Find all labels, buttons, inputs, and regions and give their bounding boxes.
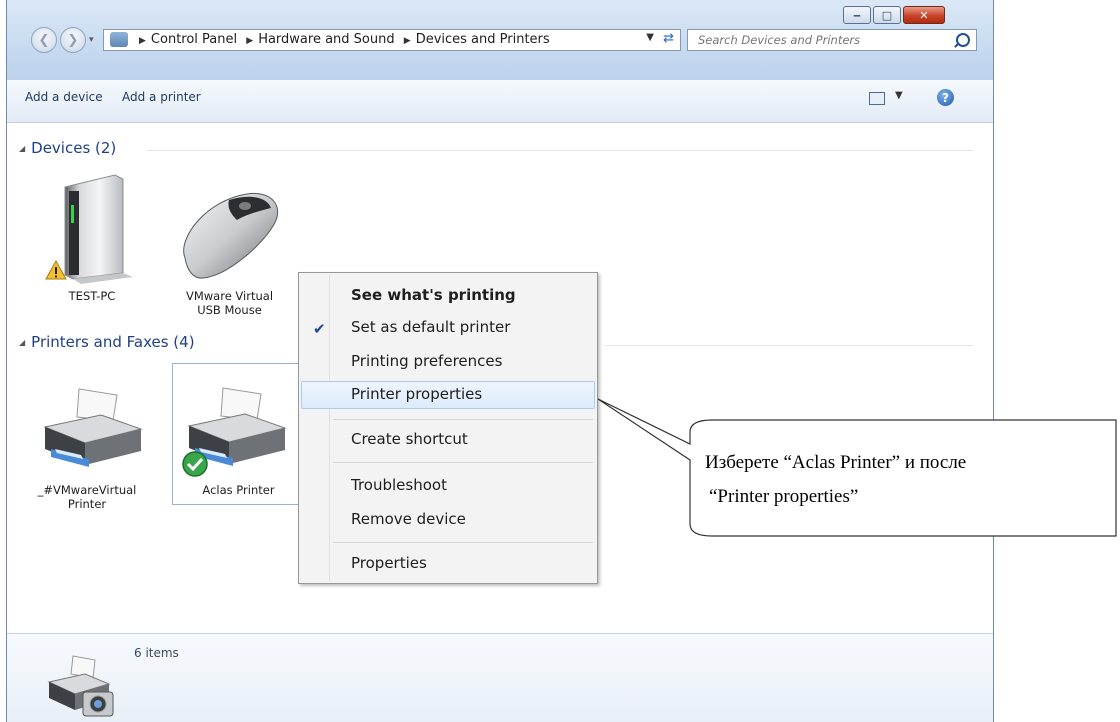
devices-group-header[interactable]: ◢ Devices (2): [19, 139, 116, 157]
minimize-icon: ‒: [853, 8, 861, 22]
breadcrumb: ▶ Control Panel ▶ Hardware and Sound ▶ Devi…: [134, 32, 550, 47]
add-printer-button[interactable]: Add a printer: [122, 90, 201, 104]
forward-button[interactable]: ❯: [60, 27, 86, 53]
collapse-arrow-icon[interactable]: ◢: [19, 144, 25, 153]
printers-group-label: Printers and Faxes (4): [31, 333, 195, 351]
breadcrumb-separator-icon: ▶: [246, 36, 254, 46]
back-button[interactable]: ❮: [31, 27, 57, 53]
help-icon[interactable]: ?: [937, 89, 954, 106]
warning-icon: [45, 260, 67, 280]
breadcrumb-separator-icon: ▶: [139, 36, 146, 46]
breadcrumb-devices-and-printers[interactable]: Devices and Printers: [416, 32, 550, 47]
maximize-icon: □: [881, 8, 893, 22]
breadcrumb-separator-icon: ▶: [403, 36, 411, 46]
address-bar[interactable]: ▶ Control Panel ▶ Hardware and Sound ▶ Devi…: [103, 29, 681, 51]
back-arrow-icon: ❮: [38, 32, 50, 48]
recent-pages-dropdown[interactable]: ▾: [89, 35, 94, 45]
menu-separator: [333, 542, 593, 543]
printer-aclas-selected[interactable]: Aclas Printer: [172, 363, 305, 505]
printer-vmware-virtual[interactable]: _#VMwareVirtual Printer: [37, 385, 152, 511]
group-divider: [605, 345, 973, 346]
close-button[interactable]: ✕: [903, 6, 945, 24]
device-vmware-usb-mouse[interactable]: VMware Virtual USB Mouse: [167, 180, 292, 320]
printers-group-header[interactable]: ◢ Printers and Faxes (4): [19, 333, 195, 351]
breadcrumb-hardware-and-sound[interactable]: Hardware and Sound: [258, 32, 394, 47]
menu-item-create-shortcut[interactable]: Create shortcut: [301, 427, 595, 453]
search-icon[interactable]: [956, 33, 970, 47]
close-icon: ✕: [919, 8, 929, 22]
add-device-button[interactable]: Add a device: [25, 90, 103, 104]
menu-item-printer-properties[interactable]: Printer properties: [301, 381, 595, 409]
command-bar: Add a device Add a printer ▼ ?: [7, 80, 993, 123]
search-box[interactable]: [687, 29, 977, 51]
callout-line-2: “Printer properties”: [709, 486, 859, 507]
device-label: _#VMwareVirtual Printer: [37, 483, 137, 511]
menu-item-remove-device[interactable]: Remove device: [301, 507, 595, 533]
device-label: VMware Virtual USB Mouse: [185, 289, 274, 317]
callout-text: Изберете “Aclas Printer” и после “Printe…: [705, 446, 1120, 514]
control-panel-icon: [110, 32, 128, 47]
menu-item-printing-preferences[interactable]: Printing preferences: [301, 349, 595, 375]
minimize-button[interactable]: ‒: [843, 6, 871, 24]
menu-item-see-whats-printing[interactable]: See what's printing: [301, 283, 595, 309]
callout-line-1: Изберете “Aclas Printer” и после: [705, 452, 967, 473]
menu-separator: [333, 462, 593, 463]
view-options-dropdown-icon[interactable]: ▼: [895, 90, 903, 101]
breadcrumb-control-panel[interactable]: Control Panel: [151, 32, 237, 47]
device-test-pc[interactable]: TEST-PC: [37, 165, 147, 305]
details-pane: 6 items: [7, 633, 993, 722]
forward-arrow-icon: ❯: [67, 32, 79, 48]
menu-item-properties[interactable]: Properties: [301, 551, 595, 577]
menu-separator: [333, 419, 593, 420]
mouse-icon: [183, 192, 279, 279]
device-label: TEST-PC: [68, 289, 116, 303]
printer-camera-icon: [47, 655, 114, 717]
collapse-arrow-icon[interactable]: ◢: [19, 338, 25, 347]
title-bar: ‒ □ ✕ ❮ ❯ ▾ ▶ Control Panel ▶ Hardware and…: [7, 0, 993, 81]
menu-item-set-default-printer[interactable]: ✔ Set as default printer: [301, 315, 595, 341]
context-menu: See what's printing ✔ Set as default prin…: [298, 272, 598, 584]
item-count: 6 items: [134, 646, 179, 660]
checkmark-icon: ✔: [313, 320, 326, 338]
search-input[interactable]: [696, 32, 940, 48]
group-divider: [147, 150, 973, 151]
default-printer-check-icon: [182, 451, 208, 477]
change-view-icon[interactable]: [869, 92, 885, 105]
menu-item-troubleshoot[interactable]: Troubleshoot: [301, 473, 595, 499]
device-label: Aclas Printer: [202, 483, 275, 497]
maximize-button[interactable]: □: [873, 6, 901, 24]
devices-group-label: Devices (2): [31, 139, 117, 157]
refresh-icon[interactable]: ⇄: [663, 31, 674, 46]
printer-icon: [43, 388, 143, 467]
address-dropdown-icon[interactable]: ▼: [646, 32, 654, 43]
